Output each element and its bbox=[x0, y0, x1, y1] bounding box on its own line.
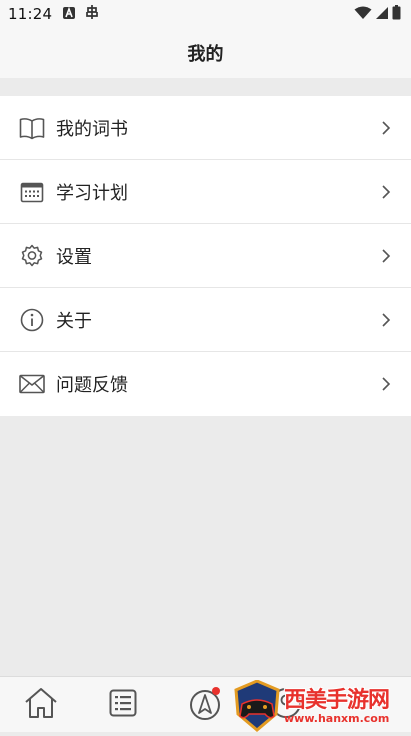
watermark-text: 西美手游网 bbox=[284, 688, 390, 713]
status-time: 11:24 bbox=[8, 5, 53, 23]
tab-home[interactable] bbox=[21, 685, 61, 725]
menu-label: 设置 bbox=[56, 246, 92, 268]
watermark: 西美手游网 www.hanxm.com bbox=[232, 679, 411, 732]
menu-list: 我的词书 学习计划 设置 关于 问题反馈 bbox=[0, 96, 411, 416]
chevron-right-icon bbox=[381, 184, 391, 200]
menu-item-feedback[interactable]: 问题反馈 bbox=[0, 352, 411, 416]
watermark-url: www.hanxm.com bbox=[284, 712, 390, 725]
menu-label: 学习计划 bbox=[56, 182, 128, 204]
menu-label: 我的词书 bbox=[56, 118, 128, 140]
status-bar: 11:24 bbox=[0, 0, 411, 28]
signal-icon bbox=[375, 5, 389, 24]
book-icon bbox=[19, 115, 45, 141]
tab-explore[interactable] bbox=[185, 685, 225, 725]
chevron-right-icon bbox=[381, 120, 391, 136]
wifi-icon bbox=[354, 5, 372, 24]
menu-item-my-wordbooks[interactable]: 我的词书 bbox=[0, 96, 411, 160]
menu-label: 问题反馈 bbox=[56, 375, 128, 396]
chevron-right-icon bbox=[381, 376, 391, 392]
a-letter-icon bbox=[62, 5, 76, 24]
compass-icon bbox=[189, 687, 221, 721]
menu-item-settings[interactable]: 设置 bbox=[0, 224, 411, 288]
status-left-icons bbox=[62, 4, 100, 24]
home-icon bbox=[24, 687, 58, 723]
mail-icon bbox=[19, 371, 45, 397]
status-right-icons bbox=[354, 4, 401, 24]
notification-badge bbox=[212, 687, 220, 695]
info-icon bbox=[19, 307, 45, 333]
game-controller-logo bbox=[232, 679, 282, 736]
page-title: 我的 bbox=[187, 44, 224, 65]
bug-icon bbox=[84, 4, 100, 24]
chevron-right-icon bbox=[381, 248, 391, 264]
list-icon bbox=[109, 689, 137, 721]
menu-label: 关于 bbox=[56, 310, 92, 332]
battery-icon bbox=[392, 4, 401, 24]
menu-item-study-plan[interactable]: 学习计划 bbox=[0, 160, 411, 224]
tab-list[interactable] bbox=[103, 685, 143, 725]
calendar-icon bbox=[19, 179, 45, 205]
menu-item-about[interactable]: 关于 bbox=[0, 288, 411, 352]
page-header: 我的 bbox=[0, 28, 411, 78]
gear-icon bbox=[19, 243, 45, 269]
chevron-right-icon bbox=[381, 312, 391, 328]
